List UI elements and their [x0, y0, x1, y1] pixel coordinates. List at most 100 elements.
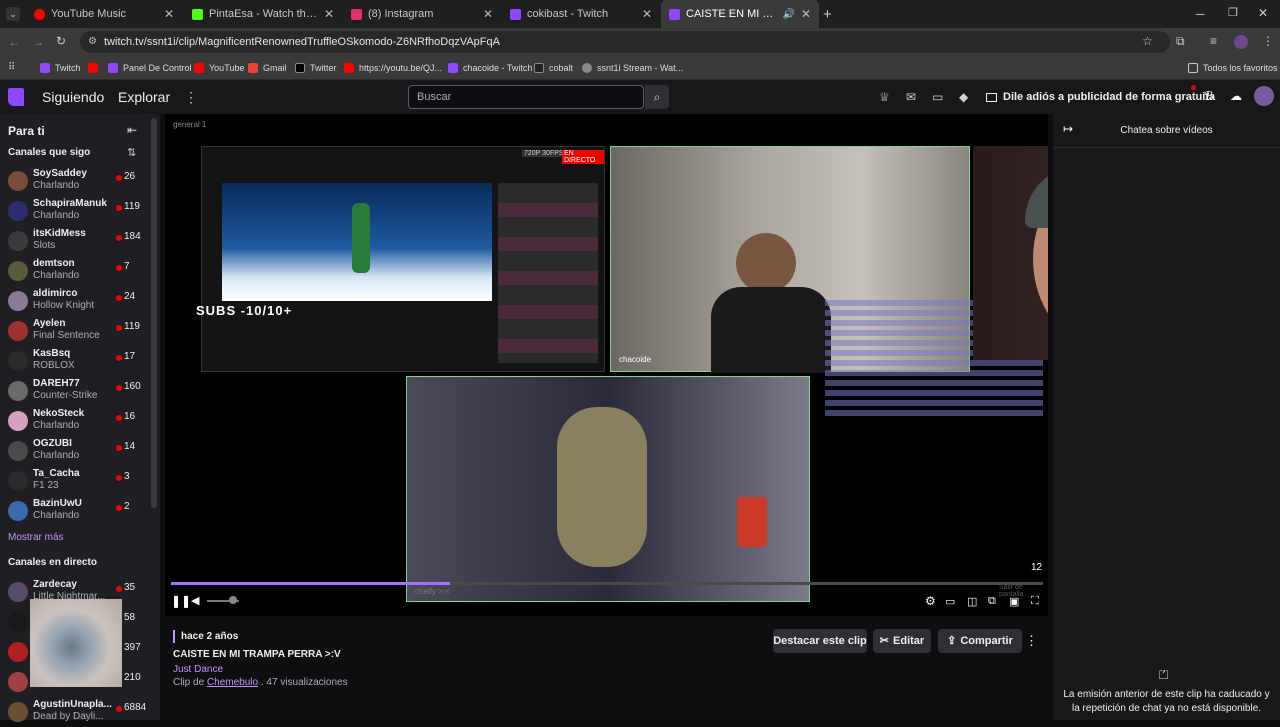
bookmark-ssnt1i[interactable]: ssnt1i Stream - Wat...	[582, 56, 683, 80]
whispers-icon[interactable]: ▭	[932, 90, 943, 104]
sidebar-toggle-icon[interactable]: ◫	[967, 595, 977, 608]
inbox-icon[interactable]: ✉	[906, 90, 916, 104]
tab-search-icon[interactable]: ⌄	[6, 7, 20, 21]
video-player[interactable]: general 1 720P 30FPS EN DIRECTO SUBS -10…	[165, 114, 1048, 616]
bits-icon[interactable]: ◆	[959, 90, 968, 104]
sidebar-channel[interactable]: demtson Charlando 7	[0, 256, 150, 286]
minimize-icon[interactable]: ─	[1196, 7, 1205, 21]
close-icon[interactable]: ✕	[642, 7, 652, 21]
search-input[interactable]: Buscar	[408, 85, 644, 109]
sidebar-channel[interactable]: BazinUwU Charlando 2	[0, 496, 150, 526]
sidebar-channel[interactable]: Ayelen Final Sentence 119	[0, 316, 150, 346]
bookmark-youtube[interactable]: YouTube	[194, 56, 244, 80]
ad-free-button[interactable]: Dile adiós a publicidad de forma gratuit…	[986, 87, 1215, 107]
clipper-link[interactable]: Chemebulo	[207, 677, 258, 688]
live-dot	[116, 706, 122, 712]
channel-name: Ta_Cacha	[33, 468, 80, 479]
reload-icon[interactable]: ↻	[56, 34, 66, 48]
tab-kick[interactable]: PintaEsa - Watch the VOD on K ✕	[184, 0, 342, 28]
close-icon[interactable]: ✕	[483, 7, 493, 21]
share-button[interactable]: ⇪ Compartir	[938, 629, 1022, 653]
bookmark-label: Twitter	[310, 63, 337, 73]
live-header: Canales en directo	[8, 557, 97, 568]
restore-icon[interactable]: ❐	[1228, 6, 1238, 19]
live-dot	[116, 355, 122, 361]
media-controls-icon[interactable]: ≡	[1210, 34, 1217, 48]
show-more-link[interactable]: Mostrar más	[8, 532, 64, 543]
bookmark-cobalt[interactable]: cobalt	[534, 56, 573, 80]
bookmark-twitch[interactable]: Twitch	[40, 56, 81, 80]
sidebar-scrollbar[interactable]	[151, 118, 157, 508]
bookmark-chacoide[interactable]: chacoide - Twitch	[448, 56, 532, 80]
tab-label: (8) Instagram	[368, 8, 434, 20]
url-input[interactable]: ⚙ twitch.tv/ssnt1i/clip/MagnificentRenow…	[80, 31, 1170, 53]
all-bookmarks[interactable]: Todos los favoritos	[1188, 56, 1278, 80]
chat-unavailable-message: La emisión anterior de este clip ha cadu…	[1063, 689, 1270, 714]
edit-button[interactable]: ✂ Editar	[873, 629, 931, 653]
extensions-icon[interactable]: ⧉	[1176, 34, 1185, 49]
clip-icon[interactable]: ⧉	[988, 595, 996, 608]
forward-icon[interactable]: →	[32, 35, 44, 49]
bookmark-panel[interactable]: Panel De Control	[108, 56, 192, 80]
pip-icon[interactable]: ▣	[1009, 595, 1019, 608]
live-dot	[116, 205, 122, 211]
pause-icon[interactable]: ❚❚	[171, 594, 191, 608]
close-icon[interactable]: ✕	[324, 7, 334, 21]
sidebar-channel[interactable]: AgustinUnapla... Dead by Dayli... 6884	[0, 697, 150, 727]
more-kebab-icon[interactable]: ⋮	[184, 89, 198, 106]
new-tab-icon[interactable]: +	[823, 6, 832, 23]
x-twitter-icon	[295, 63, 305, 73]
search-icon[interactable]: ⌕	[645, 85, 669, 109]
channel-game: Counter-Strike	[33, 390, 98, 401]
sidebar-channel[interactable]: NekoSteck Charlando 16	[0, 406, 150, 436]
menu-kebab-icon[interactable]: ⋮	[1262, 34, 1274, 48]
crown-icon[interactable]: ♕	[879, 90, 890, 104]
twitch-logo-icon[interactable]	[8, 88, 24, 106]
speaker-icon[interactable]: 🔊	[782, 9, 794, 20]
user-avatar[interactable]	[1254, 86, 1274, 106]
volume-icon[interactable]: ◀	[191, 594, 199, 607]
clip-game-link[interactable]: Just Dance	[173, 664, 223, 675]
more-options-icon[interactable]: ⋮	[1025, 633, 1038, 649]
sidebar-channel[interactable]: OGZUBI Charlando 14	[0, 436, 150, 466]
bookmark-youtu-be[interactable]: https://youtu.be/QJ...	[344, 56, 442, 80]
sidebar-channel[interactable]: KasBsq ROBLOX 17	[0, 346, 150, 376]
theatre-mode-icon[interactable]: ▭	[945, 595, 955, 608]
site-info-icon[interactable]: ⚙	[88, 31, 97, 53]
cloud-icon[interactable]: ☁	[1230, 89, 1242, 103]
seek-progress	[171, 582, 451, 585]
sort-icon[interactable]: ⇅	[127, 146, 136, 159]
close-icon[interactable]: ✕	[164, 7, 174, 21]
back-icon[interactable]: ←	[8, 35, 20, 49]
sidebar-channel[interactable]: DAREH77 Counter-Strike 160	[0, 376, 150, 406]
channel-avatar	[8, 642, 28, 662]
apps-grid-icon[interactable]: ⠿	[8, 62, 15, 73]
nav-following[interactable]: Siguiendo	[42, 89, 104, 105]
tab-cokibast[interactable]: cokibast - Twitch ✕	[502, 0, 660, 28]
translate-icon[interactable]: ℬ	[1204, 89, 1213, 103]
twitch-icon	[108, 63, 118, 73]
feature-clip-button[interactable]: Destacar este clip	[773, 629, 867, 653]
tab-active-clip[interactable]: CAISTE EN MI TRAMPA PERR 🔊 ✕	[661, 0, 819, 28]
bookmark-youtube-video[interactable]	[88, 56, 103, 80]
settings-gear-icon[interactable]: ⚙	[925, 594, 936, 608]
sidebar-channel[interactable]: SoySaddey Charlando 26	[0, 166, 150, 196]
fullscreen-icon[interactable]: ⛶	[1031, 595, 1039, 608]
sidebar-channel[interactable]: aldimirco Hollow Knight 24	[0, 286, 150, 316]
nav-explore[interactable]: Explorar	[118, 89, 170, 105]
sidebar-channel[interactable]: Ta_Cacha F1 23 3	[0, 466, 150, 496]
tab-instagram[interactable]: (8) Instagram ✕	[343, 0, 501, 28]
profile-avatar[interactable]	[1234, 35, 1248, 49]
bookmark-star-icon[interactable]: ☆	[1142, 34, 1153, 48]
volume-knob[interactable]	[229, 596, 237, 604]
window-close-icon[interactable]: ✕	[1258, 6, 1268, 20]
channel-game: F1 23	[33, 480, 59, 491]
seek-bar[interactable]	[171, 582, 1043, 585]
collapse-sidebar-icon[interactable]: ⇤	[127, 123, 137, 137]
sidebar-channel[interactable]: itsKidMess Slots 184	[0, 226, 150, 256]
close-icon[interactable]: ✕	[801, 7, 811, 21]
sidebar-channel[interactable]: SchapiraManuk Charlando 119	[0, 196, 150, 226]
bookmark-gmail[interactable]: Gmail	[248, 56, 287, 80]
tab-youtube-music[interactable]: YouTube Music ✕	[26, 0, 182, 28]
bookmark-twitter[interactable]: Twitter	[295, 56, 337, 80]
